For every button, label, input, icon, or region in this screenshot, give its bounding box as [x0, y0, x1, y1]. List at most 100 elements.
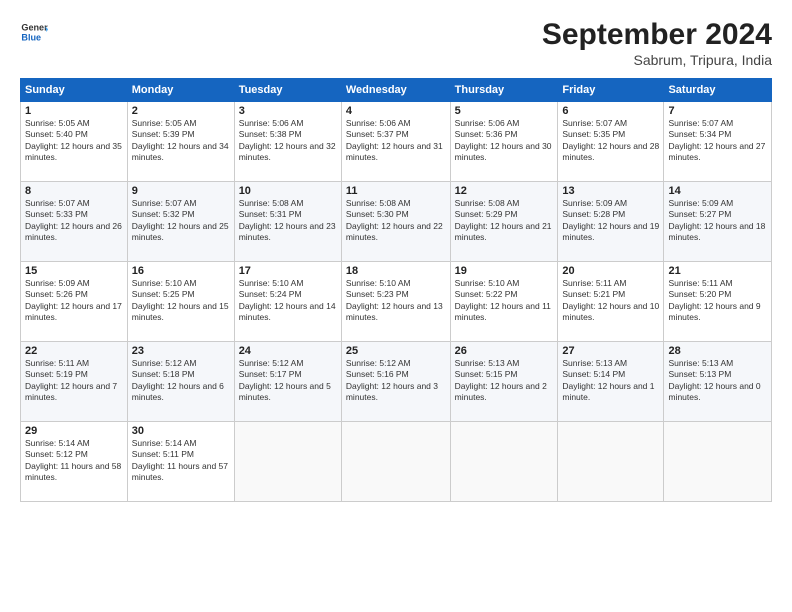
day-info: Sunrise: 5:09 AM Sunset: 5:27 PM Dayligh…: [668, 198, 767, 244]
day-number: 26: [455, 345, 554, 357]
day-info: Sunrise: 5:06 AM Sunset: 5:37 PM Dayligh…: [346, 118, 446, 164]
day-number: 28: [668, 345, 767, 357]
day-info: Sunrise: 5:10 AM Sunset: 5:23 PM Dayligh…: [346, 278, 446, 324]
col-wednesday: Wednesday: [341, 79, 450, 102]
calendar-day-cell: 1 Sunrise: 5:05 AM Sunset: 5:40 PM Dayli…: [21, 102, 128, 182]
calendar-day-cell: 20 Sunrise: 5:11 AM Sunset: 5:21 PM Dayl…: [558, 262, 664, 342]
calendar-day-cell: 8 Sunrise: 5:07 AM Sunset: 5:33 PM Dayli…: [21, 182, 128, 262]
day-number: 27: [562, 345, 659, 357]
day-info: Sunrise: 5:05 AM Sunset: 5:40 PM Dayligh…: [25, 118, 123, 164]
day-info: Sunrise: 5:12 AM Sunset: 5:16 PM Dayligh…: [346, 358, 446, 404]
calendar-day-cell: 4 Sunrise: 5:06 AM Sunset: 5:37 PM Dayli…: [341, 102, 450, 182]
day-number: 24: [239, 345, 337, 357]
day-number: 21: [668, 265, 767, 277]
day-number: 5: [455, 105, 554, 117]
calendar-day-cell: 15 Sunrise: 5:09 AM Sunset: 5:26 PM Dayl…: [21, 262, 128, 342]
calendar-week-row: 29 Sunrise: 5:14 AM Sunset: 5:12 PM Dayl…: [21, 422, 772, 502]
day-info: Sunrise: 5:06 AM Sunset: 5:36 PM Dayligh…: [455, 118, 554, 164]
day-number: 11: [346, 185, 446, 197]
calendar-day-cell: 24 Sunrise: 5:12 AM Sunset: 5:17 PM Dayl…: [234, 342, 341, 422]
col-tuesday: Tuesday: [234, 79, 341, 102]
day-info: Sunrise: 5:10 AM Sunset: 5:25 PM Dayligh…: [132, 278, 230, 324]
calendar-day-cell: 12 Sunrise: 5:08 AM Sunset: 5:29 PM Dayl…: [450, 182, 558, 262]
calendar-day-cell: 28 Sunrise: 5:13 AM Sunset: 5:13 PM Dayl…: [664, 342, 772, 422]
calendar-day-cell: 19 Sunrise: 5:10 AM Sunset: 5:22 PM Dayl…: [450, 262, 558, 342]
calendar-week-row: 8 Sunrise: 5:07 AM Sunset: 5:33 PM Dayli…: [21, 182, 772, 262]
day-number: 1: [25, 105, 123, 117]
location-subtitle: Sabrum, Tripura, India: [542, 52, 772, 68]
calendar-day-cell: 10 Sunrise: 5:08 AM Sunset: 5:31 PM Dayl…: [234, 182, 341, 262]
day-info: Sunrise: 5:09 AM Sunset: 5:28 PM Dayligh…: [562, 198, 659, 244]
day-number: 19: [455, 265, 554, 277]
logo-icon: General Blue: [20, 18, 48, 46]
calendar-day-cell: 23 Sunrise: 5:12 AM Sunset: 5:18 PM Dayl…: [127, 342, 234, 422]
calendar-day-cell: 2 Sunrise: 5:05 AM Sunset: 5:39 PM Dayli…: [127, 102, 234, 182]
day-info: Sunrise: 5:13 AM Sunset: 5:15 PM Dayligh…: [455, 358, 554, 404]
day-number: 25: [346, 345, 446, 357]
title-section: September 2024 Sabrum, Tripura, India: [542, 18, 772, 68]
col-thursday: Thursday: [450, 79, 558, 102]
calendar-day-cell: 9 Sunrise: 5:07 AM Sunset: 5:32 PM Dayli…: [127, 182, 234, 262]
day-info: Sunrise: 5:09 AM Sunset: 5:26 PM Dayligh…: [25, 278, 123, 324]
calendar-day-cell: 29 Sunrise: 5:14 AM Sunset: 5:12 PM Dayl…: [21, 422, 128, 502]
day-info: Sunrise: 5:07 AM Sunset: 5:34 PM Dayligh…: [668, 118, 767, 164]
day-info: Sunrise: 5:14 AM Sunset: 5:11 PM Dayligh…: [132, 438, 230, 484]
day-info: Sunrise: 5:08 AM Sunset: 5:30 PM Dayligh…: [346, 198, 446, 244]
calendar-day-cell: 5 Sunrise: 5:06 AM Sunset: 5:36 PM Dayli…: [450, 102, 558, 182]
calendar-day-cell: 22 Sunrise: 5:11 AM Sunset: 5:19 PM Dayl…: [21, 342, 128, 422]
day-info: Sunrise: 5:12 AM Sunset: 5:17 PM Dayligh…: [239, 358, 337, 404]
calendar-week-row: 1 Sunrise: 5:05 AM Sunset: 5:40 PM Dayli…: [21, 102, 772, 182]
day-info: Sunrise: 5:07 AM Sunset: 5:32 PM Dayligh…: [132, 198, 230, 244]
day-info: Sunrise: 5:11 AM Sunset: 5:20 PM Dayligh…: [668, 278, 767, 324]
day-info: Sunrise: 5:14 AM Sunset: 5:12 PM Dayligh…: [25, 438, 123, 484]
logo: General Blue: [20, 18, 48, 46]
calendar-day-cell: 6 Sunrise: 5:07 AM Sunset: 5:35 PM Dayli…: [558, 102, 664, 182]
day-info: Sunrise: 5:13 AM Sunset: 5:13 PM Dayligh…: [668, 358, 767, 404]
svg-text:General: General: [21, 23, 48, 33]
day-info: Sunrise: 5:11 AM Sunset: 5:21 PM Dayligh…: [562, 278, 659, 324]
day-number: 29: [25, 425, 123, 437]
calendar-day-cell: 11 Sunrise: 5:08 AM Sunset: 5:30 PM Dayl…: [341, 182, 450, 262]
col-saturday: Saturday: [664, 79, 772, 102]
day-number: 6: [562, 105, 659, 117]
calendar-day-cell: 21 Sunrise: 5:11 AM Sunset: 5:20 PM Dayl…: [664, 262, 772, 342]
day-number: 14: [668, 185, 767, 197]
day-info: Sunrise: 5:05 AM Sunset: 5:39 PM Dayligh…: [132, 118, 230, 164]
calendar-table: Sunday Monday Tuesday Wednesday Thursday…: [20, 78, 772, 502]
day-info: Sunrise: 5:08 AM Sunset: 5:29 PM Dayligh…: [455, 198, 554, 244]
day-number: 10: [239, 185, 337, 197]
day-info: Sunrise: 5:06 AM Sunset: 5:38 PM Dayligh…: [239, 118, 337, 164]
calendar-day-cell: 27 Sunrise: 5:13 AM Sunset: 5:14 PM Dayl…: [558, 342, 664, 422]
day-number: 17: [239, 265, 337, 277]
day-number: 20: [562, 265, 659, 277]
calendar-day-cell: [450, 422, 558, 502]
day-info: Sunrise: 5:10 AM Sunset: 5:24 PM Dayligh…: [239, 278, 337, 324]
calendar-day-cell: 17 Sunrise: 5:10 AM Sunset: 5:24 PM Dayl…: [234, 262, 341, 342]
day-number: 23: [132, 345, 230, 357]
day-info: Sunrise: 5:12 AM Sunset: 5:18 PM Dayligh…: [132, 358, 230, 404]
calendar-day-cell: [558, 422, 664, 502]
day-info: Sunrise: 5:07 AM Sunset: 5:35 PM Dayligh…: [562, 118, 659, 164]
calendar-day-cell: 26 Sunrise: 5:13 AM Sunset: 5:15 PM Dayl…: [450, 342, 558, 422]
month-title: September 2024: [542, 18, 772, 52]
calendar-day-cell: [664, 422, 772, 502]
day-number: 3: [239, 105, 337, 117]
calendar-day-cell: [341, 422, 450, 502]
day-number: 16: [132, 265, 230, 277]
day-number: 12: [455, 185, 554, 197]
page-header: General Blue September 2024 Sabrum, Trip…: [20, 18, 772, 68]
calendar-day-cell: 16 Sunrise: 5:10 AM Sunset: 5:25 PM Dayl…: [127, 262, 234, 342]
calendar-day-cell: 3 Sunrise: 5:06 AM Sunset: 5:38 PM Dayli…: [234, 102, 341, 182]
calendar-week-row: 15 Sunrise: 5:09 AM Sunset: 5:26 PM Dayl…: [21, 262, 772, 342]
day-number: 22: [25, 345, 123, 357]
col-sunday: Sunday: [21, 79, 128, 102]
svg-text:Blue: Blue: [21, 32, 41, 42]
col-friday: Friday: [558, 79, 664, 102]
day-info: Sunrise: 5:11 AM Sunset: 5:19 PM Dayligh…: [25, 358, 123, 404]
day-number: 8: [25, 185, 123, 197]
calendar-header-row: Sunday Monday Tuesday Wednesday Thursday…: [21, 79, 772, 102]
day-info: Sunrise: 5:10 AM Sunset: 5:22 PM Dayligh…: [455, 278, 554, 324]
calendar-day-cell: 14 Sunrise: 5:09 AM Sunset: 5:27 PM Dayl…: [664, 182, 772, 262]
calendar-day-cell: 30 Sunrise: 5:14 AM Sunset: 5:11 PM Dayl…: [127, 422, 234, 502]
calendar-day-cell: 7 Sunrise: 5:07 AM Sunset: 5:34 PM Dayli…: [664, 102, 772, 182]
